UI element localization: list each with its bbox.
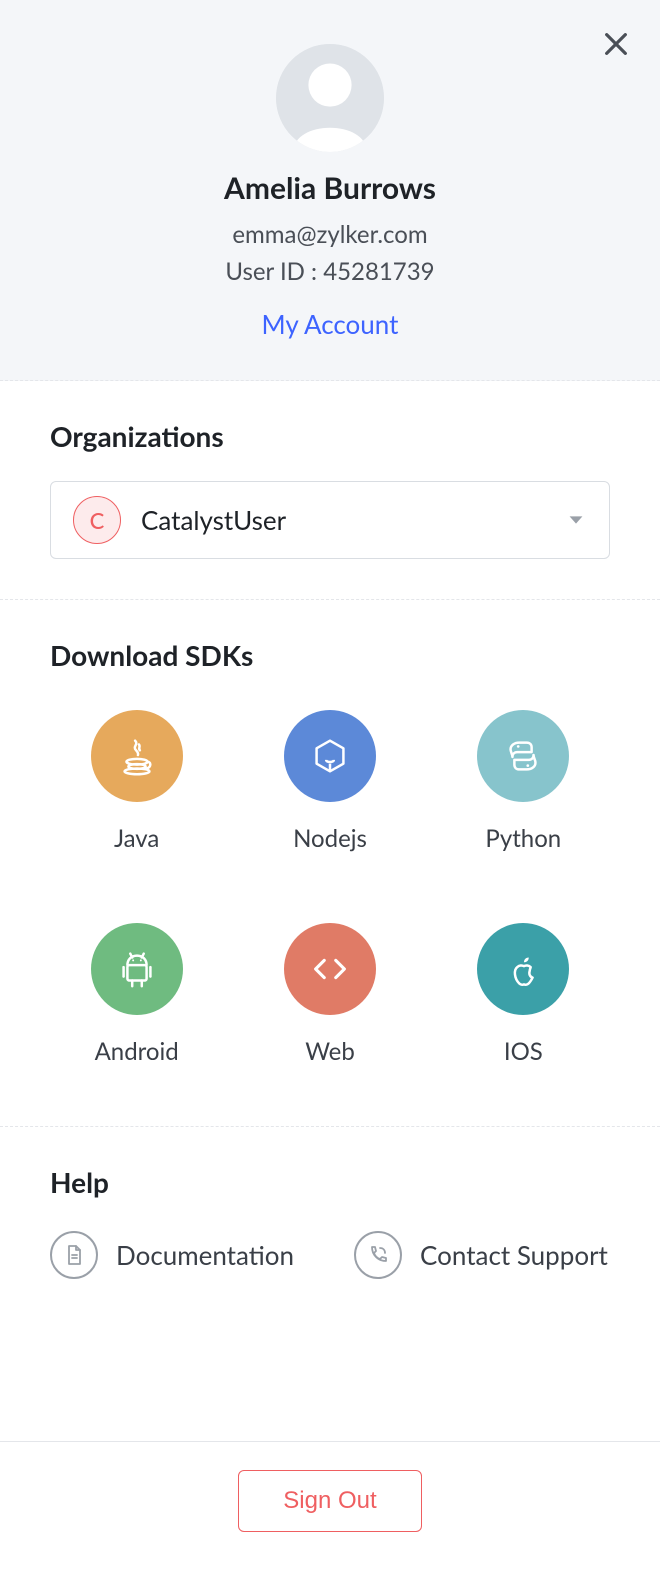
my-account-link[interactable]: My Account <box>20 308 640 340</box>
sdk-item-nodejs[interactable]: Nodejs <box>243 710 416 853</box>
avatar <box>276 44 384 152</box>
python-icon <box>477 710 569 802</box>
java-icon <box>91 710 183 802</box>
sdk-item-python[interactable]: Python <box>437 710 610 853</box>
ios-icon <box>477 923 569 1015</box>
sdk-label: Android <box>95 1037 179 1066</box>
user-id: User ID : 45281739 <box>20 257 640 286</box>
organizations-section: Organizations C CatalystUser <box>0 381 660 600</box>
organizations-title: Organizations <box>50 419 610 453</box>
help-item-contact-support[interactable]: Contact Support <box>354 1231 608 1279</box>
help-section: Help Documentation <box>0 1127 660 1442</box>
help-label: Contact Support <box>420 1239 608 1271</box>
close-icon[interactable] <box>600 28 632 60</box>
account-header: Amelia Burrows emma@zylker.com User ID :… <box>0 0 660 381</box>
sign-out-button[interactable]: Sign Out <box>238 1470 421 1532</box>
sdk-item-ios[interactable]: IOS <box>437 923 610 1066</box>
documentation-icon <box>50 1231 98 1279</box>
download-sdks-section: Download SDKs Java <box>0 600 660 1127</box>
help-item-documentation[interactable]: Documentation <box>50 1231 294 1279</box>
footer: Sign Out <box>0 1442 660 1572</box>
android-icon <box>91 923 183 1015</box>
help-row: Documentation Contact Support <box>50 1227 610 1279</box>
sdk-label: IOS <box>504 1037 543 1066</box>
account-panel: Amelia Burrows emma@zylker.com User ID :… <box>0 0 660 1572</box>
contact-support-icon <box>354 1231 402 1279</box>
sdk-label: Python <box>485 824 561 853</box>
sdk-item-android[interactable]: Android <box>50 923 223 1066</box>
organization-badge: C <box>73 496 121 544</box>
sdk-item-web[interactable]: Web <box>243 923 416 1066</box>
sdk-label: Java <box>114 824 159 853</box>
sdk-label: Web <box>305 1037 355 1066</box>
help-title: Help <box>50 1165 610 1199</box>
organization-name: CatalystUser <box>141 504 565 536</box>
sdk-label: Nodejs <box>293 824 367 853</box>
chevron-down-icon <box>565 509 587 531</box>
sdk-grid: Java Nodejs <box>50 700 610 1066</box>
web-icon <box>284 923 376 1015</box>
organization-select[interactable]: C CatalystUser <box>50 481 610 559</box>
help-label: Documentation <box>116 1239 294 1271</box>
sdk-item-java[interactable]: Java <box>50 710 223 853</box>
download-sdks-title: Download SDKs <box>50 638 610 672</box>
nodejs-icon <box>284 710 376 802</box>
user-name: Amelia Burrows <box>20 170 640 206</box>
user-email: emma@zylker.com <box>20 220 640 249</box>
